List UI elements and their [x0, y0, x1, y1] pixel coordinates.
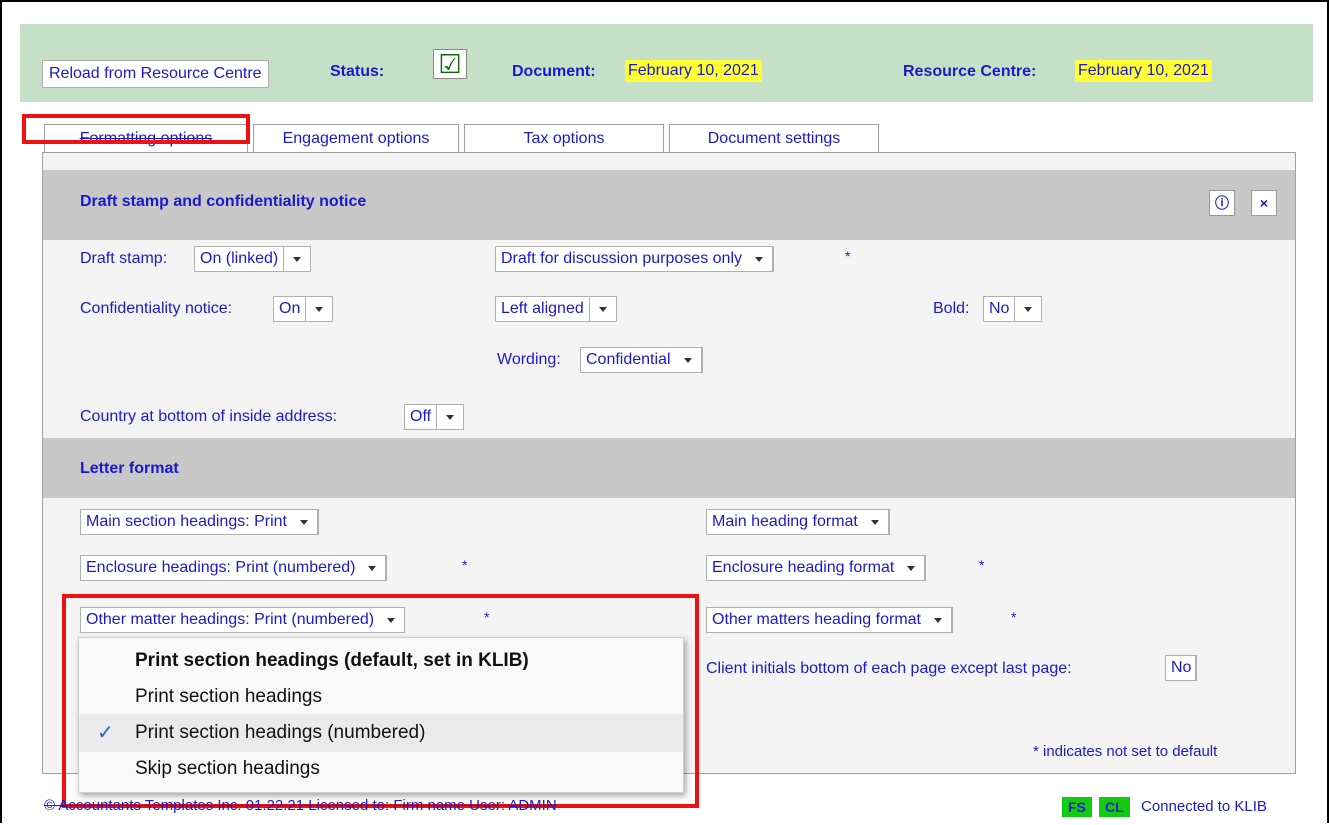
reload-button[interactable]: Reload from Resource Centre	[42, 60, 269, 88]
chevron-down-icon	[862, 510, 889, 534]
bold-value: No	[984, 297, 1016, 321]
chevron-down-icon	[291, 510, 318, 534]
alignment-value: Left aligned	[496, 297, 590, 321]
chevron-down-icon	[284, 247, 310, 271]
highlight-tab-box	[22, 114, 250, 144]
country-label: Country at bottom of inside address:	[80, 408, 338, 425]
chevron-down-icon	[925, 608, 952, 632]
draft-text-dropdown[interactable]: Draft for discussion purposes only	[495, 246, 774, 272]
info-icon[interactable]: ⓘ	[1209, 190, 1235, 216]
connection-status: Connected to KLIB	[1141, 798, 1267, 815]
chevron-down-icon	[437, 405, 463, 429]
wording-value: Confidential	[586, 351, 671, 368]
highlight-menu-box	[62, 594, 699, 808]
chevron-down-icon	[1015, 297, 1041, 321]
main-headings-value: Main section headings: Print	[86, 513, 287, 530]
wording-label: Wording:	[497, 351, 561, 368]
resource-centre-label: Resource Centre:	[903, 63, 1037, 80]
copyright-text: © Accountants Templates Inc. 01.22.21 Li…	[44, 797, 557, 814]
section-title-draft: Draft stamp and confidentiality notice	[80, 193, 367, 210]
section-header-letter	[43, 438, 1295, 498]
main-headings-dropdown[interactable]: Main section headings: Print	[80, 509, 319, 535]
enclosure-headings-dropdown[interactable]: Enclosure headings: Print (numbered)	[80, 555, 388, 581]
document-date: February 10, 2021	[625, 60, 762, 82]
main-format-dropdown[interactable]: Main heading format	[706, 509, 890, 535]
enclosure-headings-value: Enclosure headings: Print (numbered)	[86, 559, 356, 576]
enclosure-format-dropdown[interactable]: Enclosure heading format	[706, 555, 927, 581]
chevron-down-icon	[675, 348, 702, 372]
not-default-marker: *	[1011, 609, 1017, 625]
resource-centre-date: February 10, 2021	[1075, 60, 1212, 82]
bold-dropdown[interactable]: No	[983, 296, 1043, 322]
section-title-letter: Letter format	[80, 460, 179, 477]
country-dropdown[interactable]: Off	[404, 404, 465, 430]
initials-value: No	[1166, 656, 1197, 680]
fs-badge: FS	[1062, 797, 1092, 817]
default-note: * indicates not set to default	[1033, 743, 1218, 760]
draft-stamp-label: Draft stamp:	[80, 250, 168, 267]
not-default-marker: *	[845, 248, 851, 264]
confidentiality-value: On	[274, 297, 307, 321]
not-default-marker: *	[979, 557, 985, 573]
initials-label: Client initials bottom of each page exce…	[706, 660, 1072, 677]
other-format-dropdown[interactable]: Other matters heading format	[706, 607, 953, 633]
confidentiality-dropdown[interactable]: On	[273, 296, 334, 322]
tab-engagement-options[interactable]: Engagement options	[253, 124, 459, 152]
draft-stamp-dropdown[interactable]: On (linked)	[194, 246, 312, 272]
chevron-down-icon	[590, 297, 616, 321]
alignment-dropdown[interactable]: Left aligned	[495, 296, 617, 322]
country-value: Off	[405, 405, 438, 429]
chevron-down-icon	[306, 297, 332, 321]
not-default-marker: *	[462, 557, 468, 573]
bold-label: Bold:	[933, 300, 970, 317]
enclosure-format-value: Enclosure heading format	[712, 559, 895, 576]
tab-tax-options[interactable]: Tax options	[464, 124, 664, 152]
chevron-down-icon	[359, 556, 387, 580]
initials-dropdown[interactable]: No	[1165, 655, 1198, 681]
cl-badge: CL	[1099, 797, 1130, 817]
wording-dropdown[interactable]: Confidential	[580, 347, 703, 373]
status-indicator: ☑	[433, 49, 467, 79]
close-glyph: ×	[1259, 195, 1269, 211]
status-label: Status:	[330, 63, 385, 80]
info-glyph: ⓘ	[1215, 195, 1229, 211]
other-format-value: Other matters heading format	[712, 611, 921, 628]
chevron-down-icon	[898, 556, 926, 580]
tab-document-settings[interactable]: Document settings	[669, 124, 879, 152]
main-format-value: Main heading format	[712, 513, 858, 530]
document-label: Document:	[512, 63, 596, 80]
draft-text-value: Draft for discussion purposes only	[501, 250, 742, 267]
close-icon[interactable]: ×	[1251, 190, 1277, 216]
draft-stamp-value: On (linked)	[195, 247, 285, 271]
confidentiality-label: Confidentiality notice:	[80, 300, 233, 317]
chevron-down-icon	[746, 247, 773, 271]
checkbox-icon: ☑	[438, 49, 462, 79]
